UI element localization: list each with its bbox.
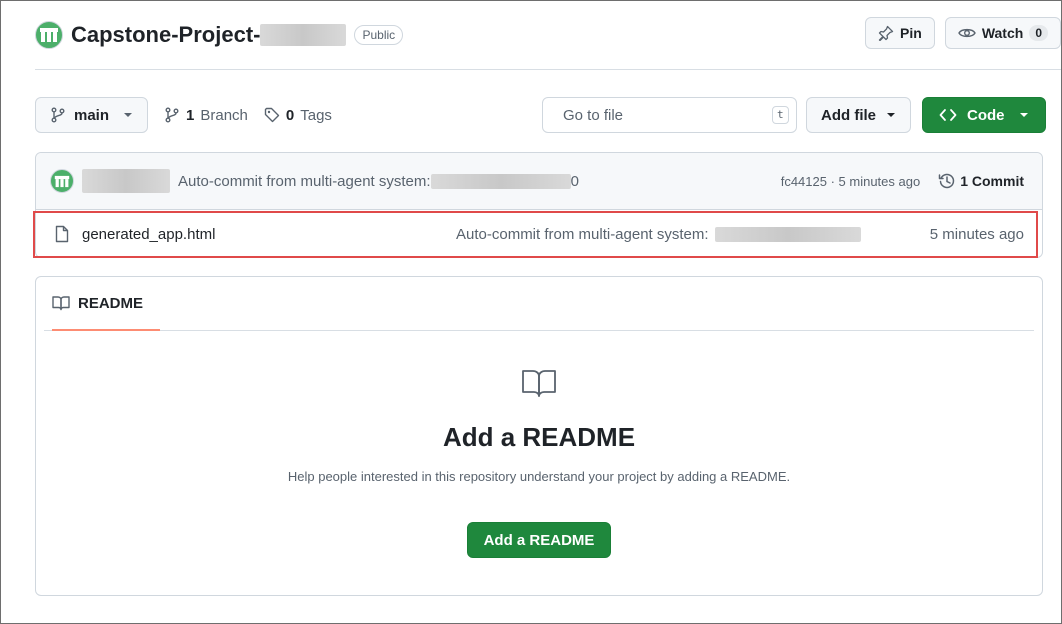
tags-label: Tags: [300, 106, 332, 124]
pin-icon: [878, 25, 894, 41]
pin-label: Pin: [900, 25, 922, 41]
readme-tab-label: README: [78, 294, 144, 312]
watch-count: 0: [1029, 25, 1048, 41]
latest-commit-message-tail: 0: [570, 172, 579, 190]
repo-header: Capstone-Project- Public Pin Watch 0: [35, 15, 1061, 55]
file-commit-time: 5 minutes ago: [929, 225, 1024, 243]
eye-icon: [958, 28, 976, 38]
commits-link[interactable]: 1 Commit: [938, 172, 1024, 190]
repo-toolbar: main 1 Branch 0 Tags Go to file t Add fi…: [35, 97, 1046, 133]
book-icon: [52, 296, 70, 311]
code-icon: [939, 109, 957, 121]
code-button[interactable]: Code: [922, 97, 1046, 133]
page-frame: Capstone-Project- Public Pin Watch 0 mai…: [0, 0, 1062, 624]
branches-link[interactable]: 1 Branch: [164, 107, 248, 124]
readme-panel: README Add a README Help people interest…: [35, 276, 1043, 596]
branch-icon: [51, 107, 65, 123]
file-table: Auto-commit from multi-agent system: 0 f…: [33, 152, 1043, 258]
caret-down-icon: [124, 113, 133, 117]
watch-label: Watch: [981, 25, 1024, 41]
tags-link[interactable]: 0 Tags: [264, 107, 332, 124]
visibility-badge: Public: [354, 25, 404, 45]
header-divider: [35, 69, 1061, 70]
add-file-label: Add file: [821, 106, 876, 124]
readme-empty-state: Add a README Help people interested in t…: [36, 367, 1042, 558]
tag-icon: [264, 107, 280, 123]
add-readme-button[interactable]: Add a README: [466, 522, 612, 558]
latest-commit-message[interactable]: Auto-commit from multi-agent system:: [178, 173, 431, 190]
latest-commit-row: Auto-commit from multi-agent system: 0 f…: [36, 153, 1042, 210]
commit-count-label: 1 Commit: [960, 173, 1024, 189]
file-icon: [55, 225, 69, 243]
file-name-link[interactable]: generated_app.html: [82, 226, 215, 243]
readme-tabbar: README: [44, 277, 1034, 331]
avatar-logo-icon: [54, 175, 70, 187]
avatar-logo-icon: [40, 28, 58, 42]
add-file-button[interactable]: Add file: [806, 97, 911, 133]
history-icon: [938, 173, 955, 189]
tags-count: 0: [285, 106, 295, 124]
owner-avatar[interactable]: [35, 21, 63, 49]
redacted-committer-name: [82, 169, 170, 193]
code-label: Code: [967, 106, 1005, 124]
search-shortcut-hint: t: [772, 106, 789, 124]
readme-book-illustration: [36, 367, 1042, 402]
watch-button[interactable]: Watch 0: [944, 17, 1061, 49]
committer-avatar[interactable]: [50, 169, 74, 193]
file-row[interactable]: generated_app.html Auto-commit from mult…: [33, 210, 1042, 258]
branches-label: Branch: [200, 106, 248, 124]
branches-count: 1: [186, 106, 195, 124]
redacted-file-commit-detail: [714, 226, 861, 242]
file-commit-message-text: Auto-commit from multi-agent system:: [456, 225, 709, 243]
go-to-file-search[interactable]: t: [542, 97, 797, 133]
readme-empty-title: Add a README: [442, 422, 636, 452]
redacted-repo-suffix: [260, 24, 347, 46]
header-actions: Pin Watch 0: [865, 17, 1061, 49]
caret-down-icon: [887, 113, 895, 117]
file-commit-message[interactable]: Auto-commit from multi-agent system:: [456, 226, 861, 243]
branch-icon: [165, 107, 179, 123]
commit-hash-time[interactable]: fc44125 · 5 minutes ago: [781, 174, 920, 189]
repo-name[interactable]: Capstone-Project-: [71, 22, 260, 48]
book-icon: [522, 370, 556, 397]
commit-meta: fc44125 · 5 minutes ago 1 Commit: [781, 172, 1024, 190]
branch-label: main: [74, 106, 110, 124]
branch-selector-button[interactable]: main: [35, 97, 149, 133]
pin-button[interactable]: Pin: [865, 17, 935, 49]
go-to-file-input[interactable]: [563, 106, 762, 124]
tab-readme[interactable]: README: [52, 277, 160, 331]
readme-empty-description: Help people interested in this repositor…: [287, 469, 791, 484]
redacted-commit-detail: [430, 173, 571, 189]
caret-down-icon: [1019, 113, 1028, 117]
